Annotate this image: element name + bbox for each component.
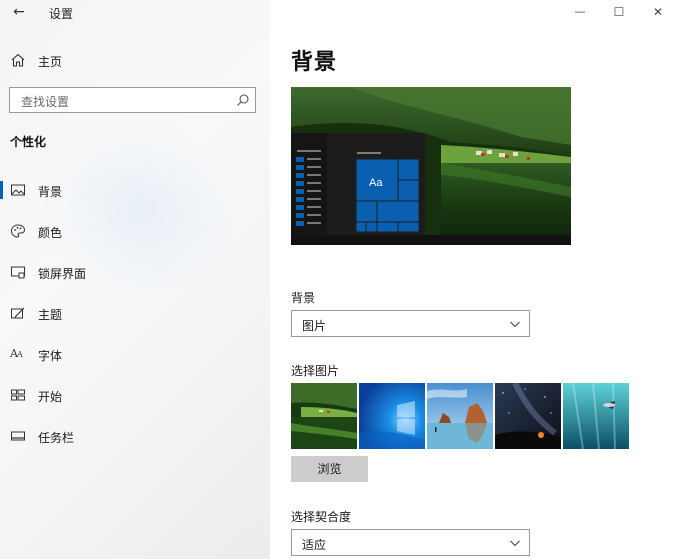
app-title: 设置 (49, 7, 74, 21)
sidebar-item-fonts[interactable]: AA 字体 (0, 339, 270, 369)
font-icon: AA (10, 347, 23, 360)
background-preview: Aa (291, 87, 571, 245)
sidebar-item-label: 颜色 (38, 226, 63, 240)
picture-thumbnails (291, 383, 631, 449)
sidebar: ← 设置 主页 查找设置 个性化 背景 颜色 锁屏界面 主题 AA 字体 开始 … (0, 0, 270, 559)
minimize-icon: — (574, 5, 586, 18)
minimize-button[interactable]: — (560, 0, 600, 26)
sidebar-item-themes[interactable]: 主题 (0, 298, 270, 328)
thumbnail-windows-blue[interactable] (359, 383, 425, 449)
sidebar-item-label: 字体 (38, 349, 63, 363)
thumbnail-underwater[interactable] (563, 383, 629, 449)
picture-icon (11, 184, 25, 196)
choose-picture-label: 选择图片 (291, 364, 340, 378)
sidebar-item-label: 主题 (38, 308, 63, 322)
thumbnail-beach-rocks[interactable] (427, 383, 493, 449)
theme-brush-icon (11, 307, 25, 319)
home-icon (11, 53, 25, 67)
dropdown-value: 适应 (302, 538, 327, 552)
fit-label: 选择契合度 (291, 510, 352, 524)
start-grid-icon (11, 389, 25, 401)
back-button[interactable]: ← (8, 2, 30, 24)
preview-image (291, 87, 571, 245)
page-title: 背景 (291, 50, 338, 75)
sidebar-item-label: 背景 (38, 185, 63, 199)
thumbnail-night-sky[interactable] (495, 383, 561, 449)
sidebar-item-label: 开始 (38, 390, 63, 404)
title-bar-left: ← 设置 (0, 0, 270, 26)
search-icon (237, 94, 249, 106)
dropdown-value: 图片 (302, 319, 327, 333)
background-label: 背景 (291, 291, 316, 305)
browse-button[interactable]: 浏览 (291, 456, 368, 482)
background-type-dropdown[interactable]: 图片 (291, 310, 530, 337)
maximize-icon: ☐ (613, 5, 625, 19)
taskbar-icon (11, 431, 25, 441)
close-icon: ✕ (652, 5, 664, 19)
palette-icon (10, 224, 26, 238)
sidebar-item-lock-screen[interactable]: 锁屏界面 (0, 257, 270, 287)
maximize-button[interactable]: ☐ (599, 0, 639, 26)
sidebar-item-taskbar[interactable]: 任务栏 (0, 421, 270, 451)
sidebar-item-home[interactable]: 主页 (0, 48, 270, 74)
close-button[interactable]: ✕ (638, 0, 674, 26)
sidebar-item-start[interactable]: 开始 (0, 380, 270, 410)
chevron-down-icon (510, 321, 520, 328)
lock-screen-icon (11, 266, 25, 279)
chevron-down-icon (510, 540, 520, 547)
sidebar-item-label: 锁屏界面 (38, 267, 87, 281)
content-pane: — ☐ ✕ 背景 Aa 背景 图片 选择图片 浏览 选择契合度 适应 (270, 0, 674, 559)
sidebar-item-colors[interactable]: 颜色 (0, 216, 270, 246)
thumbnail-lake[interactable] (291, 383, 357, 449)
arrow-left-icon: ← (13, 4, 25, 20)
fit-dropdown[interactable]: 适应 (291, 529, 530, 556)
sidebar-item-label: 任务栏 (38, 431, 75, 445)
search-placeholder: 查找设置 (21, 95, 70, 109)
search-input[interactable]: 查找设置 (9, 87, 256, 113)
section-title: 个性化 (10, 135, 47, 149)
sidebar-item-label: 主页 (38, 55, 63, 69)
preview-tile-text: Aa (369, 177, 383, 189)
active-indicator (0, 181, 3, 199)
sidebar-item-background[interactable]: 背景 (0, 175, 270, 205)
